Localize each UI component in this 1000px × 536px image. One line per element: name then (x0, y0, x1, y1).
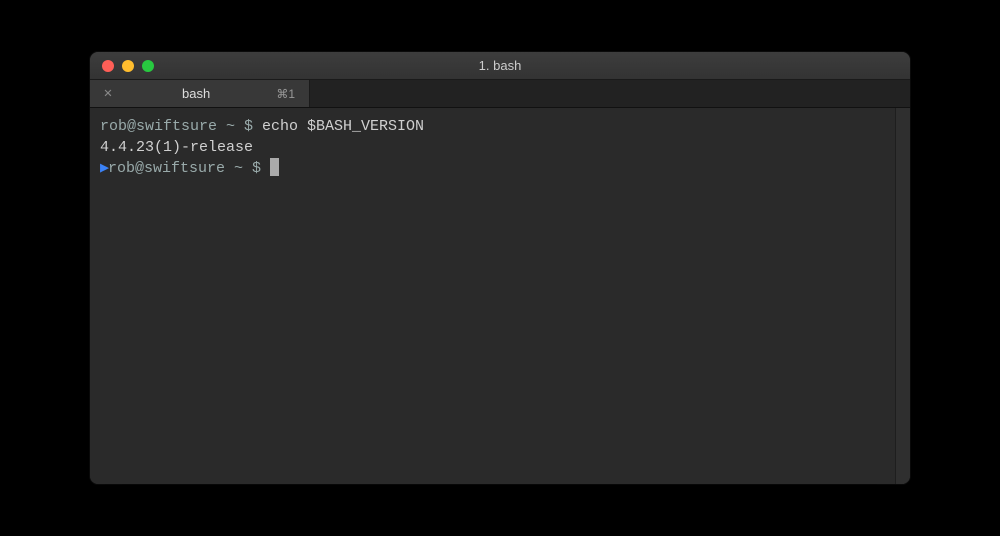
terminal-window: 1. bash ✕ bash ⌘1 rob@swiftsure ~ $ echo… (90, 52, 910, 484)
tab-close-icon[interactable]: ✕ (100, 85, 116, 102)
terminal-line-2: 4.4.23(1)-release (100, 137, 900, 158)
command-text: echo $BASH_VERSION (262, 118, 424, 135)
prompt-marker-icon: ▶ (100, 158, 108, 179)
tab-label: bash (116, 86, 276, 101)
terminal-line-1: rob@swiftsure ~ $ echo $BASH_VERSION (100, 116, 900, 137)
prompt: rob@swiftsure ~ $ (100, 118, 262, 135)
minimize-button[interactable] (122, 60, 134, 72)
terminal-content[interactable]: rob@swiftsure ~ $ echo $BASH_VERSION4.4.… (90, 108, 910, 484)
terminal-line-3: ▶rob@swiftsure ~ $ (100, 158, 900, 179)
window-title: 1. bash (90, 58, 910, 73)
tab-bash[interactable]: ✕ bash ⌘1 (90, 80, 310, 107)
titlebar[interactable]: 1. bash (90, 52, 910, 80)
traffic-lights (90, 60, 154, 72)
prompt: rob@swiftsure ~ $ (108, 160, 270, 177)
scrollbar[interactable] (895, 108, 910, 484)
cursor (270, 158, 279, 176)
close-button[interactable] (102, 60, 114, 72)
tabbar: ✕ bash ⌘1 (90, 80, 910, 108)
tab-shortcut: ⌘1 (276, 87, 299, 101)
maximize-button[interactable] (142, 60, 154, 72)
